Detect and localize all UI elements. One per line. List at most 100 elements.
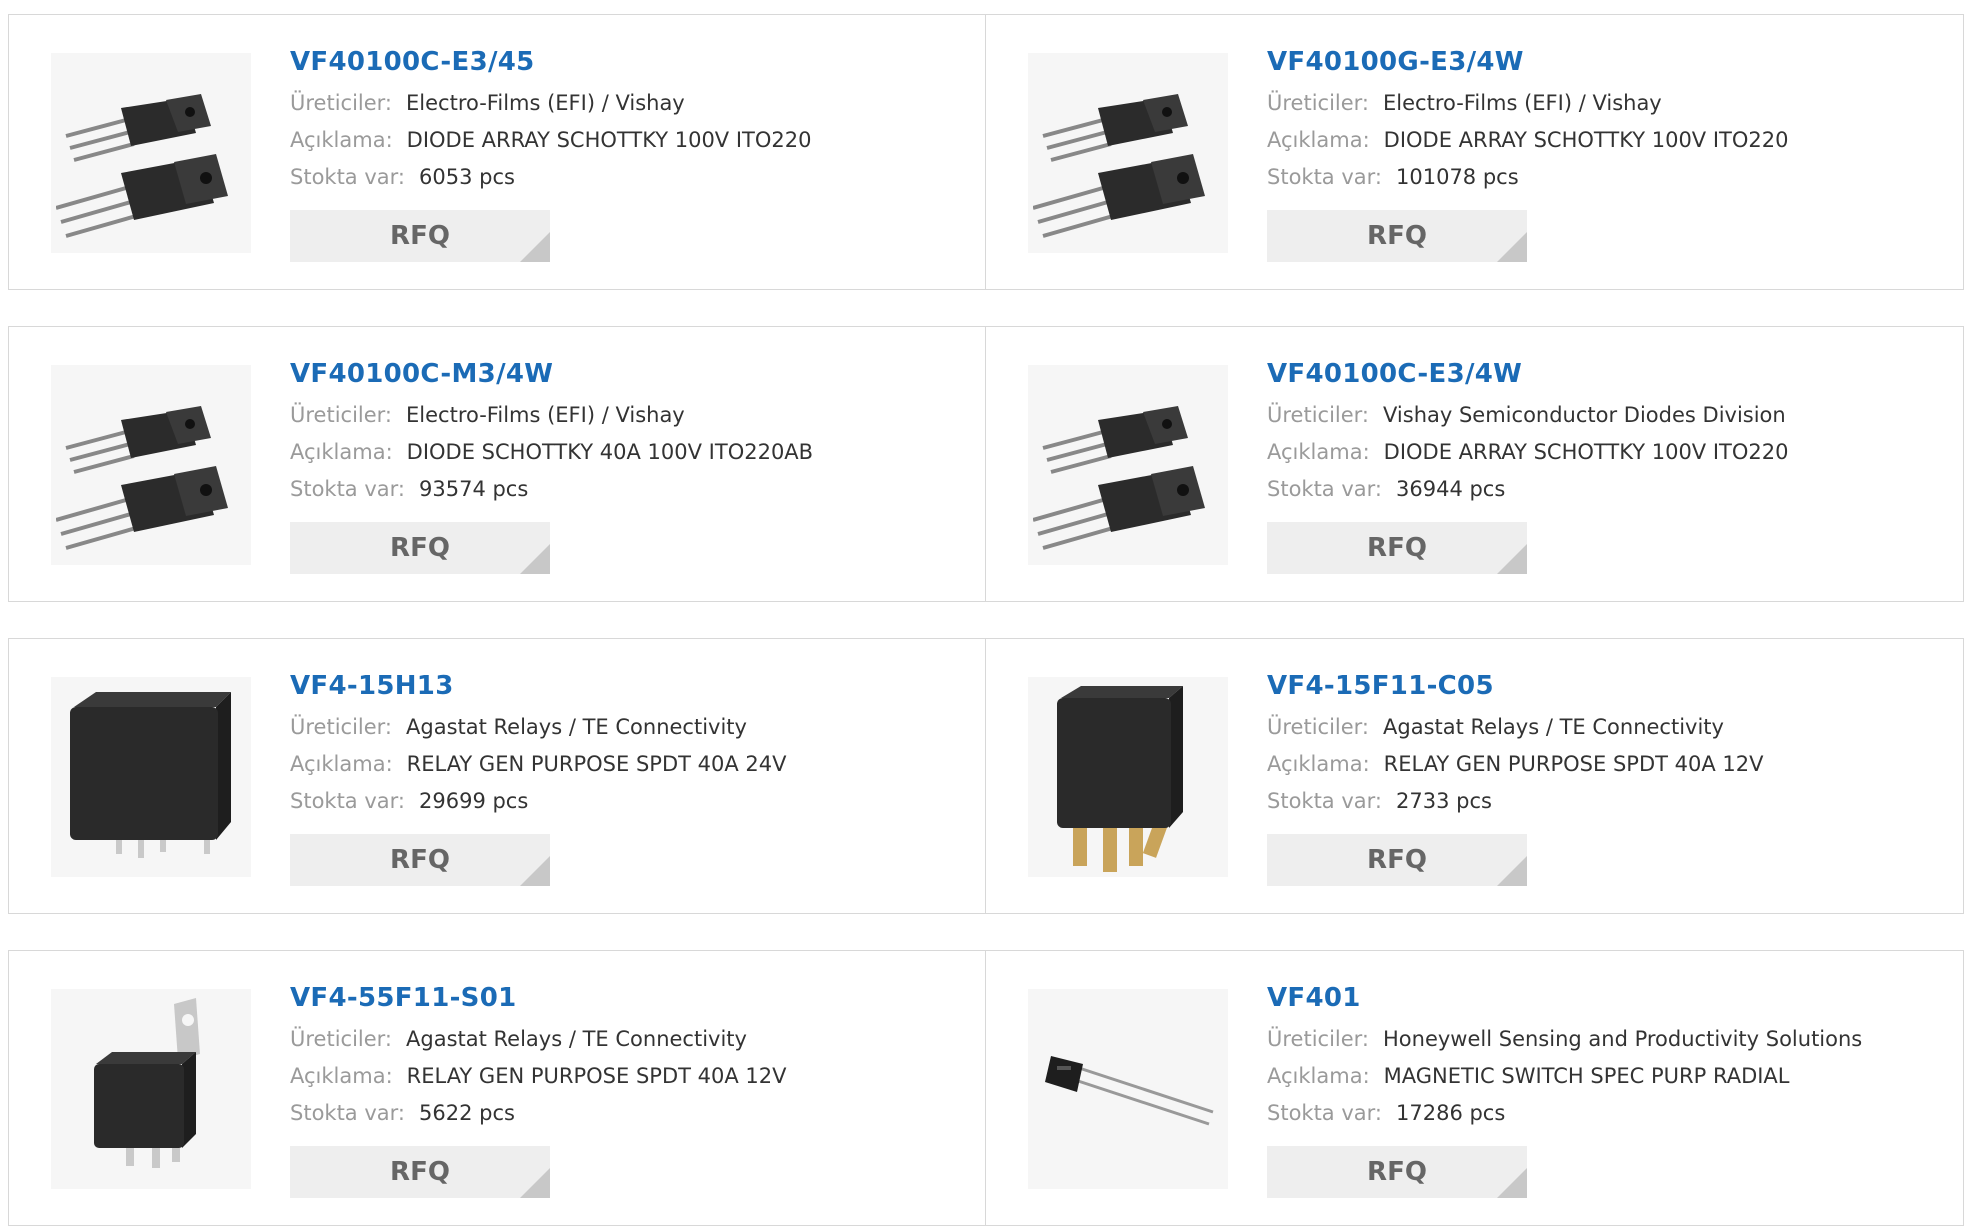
product-card: VF40100C-E3/4W Üreticiler: Vishay Semicon… <box>986 327 1963 601</box>
product-row: VF4-15H13 Üreticiler: Agastat Relays / TE… <box>8 638 1964 914</box>
stock-line: Stokta var: 17286 pcs <box>1267 1095 1862 1132</box>
to220-diode-icon <box>1033 406 1205 550</box>
part-number-link[interactable]: VF4-55F11-S01 <box>290 981 786 1015</box>
part-number-link[interactable]: VF40100C-E3/4W <box>1267 357 1788 391</box>
description-value: RELAY GEN PURPOSE SPDT 40A 12V <box>406 1064 787 1088</box>
manufacturer-value: Agastat Relays / TE Connectivity <box>406 1027 747 1051</box>
description-label: Açıklama: <box>290 128 393 152</box>
stock-line: Stokta var: 36944 pcs <box>1267 471 1788 508</box>
stock-label: Stokta var: <box>290 477 405 501</box>
product-image[interactable] <box>1028 989 1228 1189</box>
part-number-link[interactable]: VF40100C-E3/45 <box>290 45 811 79</box>
description-value: DIODE SCHOTTKY 40A 100V ITO220AB <box>406 440 814 464</box>
stock-line: Stokta var: 6053 pcs <box>290 159 811 196</box>
product-image[interactable] <box>1028 365 1228 565</box>
manufacturer-label: Üreticiler: <box>1267 1027 1370 1051</box>
part-number-link[interactable]: VF4-15H13 <box>290 669 786 703</box>
rfq-label: RFQ <box>390 221 450 251</box>
manufacturer-label: Üreticiler: <box>1267 403 1370 427</box>
product-image[interactable] <box>51 989 251 1189</box>
product-card: VF40100G-E3/4W Üreticiler: Electro-Films … <box>986 15 1963 289</box>
part-number-link[interactable]: VF40100G-E3/4W <box>1267 45 1788 79</box>
rfq-label: RFQ <box>390 845 450 875</box>
product-card: VF401 Üreticiler: Honeywell Sensing and P… <box>986 951 1963 1225</box>
manufacturer-line: Üreticiler: Honeywell Sensing and Product… <box>1267 1021 1862 1058</box>
part-number-link[interactable]: VF4-15F11-C05 <box>1267 669 1763 703</box>
stock-line: Stokta var: 29699 pcs <box>290 783 786 820</box>
rfq-button[interactable]: RFQ <box>1267 210 1527 262</box>
relay-icon <box>70 692 231 858</box>
description-value: DIODE ARRAY SCHOTTKY 100V ITO220 <box>406 128 812 152</box>
rfq-button[interactable]: RFQ <box>290 522 550 574</box>
manufacturer-line: Üreticiler: Agastat Relays / TE Connectiv… <box>290 1021 786 1058</box>
corner-triangle-icon <box>1497 1168 1527 1198</box>
manufacturer-line: Üreticiler: Electro-Films (EFI) / Vishay <box>290 397 813 434</box>
magnetic-switch-icon <box>1045 1056 1214 1126</box>
stock-label: Stokta var: <box>290 165 405 189</box>
rfq-button[interactable]: RFQ <box>290 834 550 886</box>
description-line: Açıklama: RELAY GEN PURPOSE SPDT 40A 24V <box>290 746 786 783</box>
product-card: VF40100C-M3/4W Üreticiler: Electro-Films … <box>9 327 986 601</box>
description-label: Açıklama: <box>1267 752 1370 776</box>
product-image[interactable] <box>51 677 251 877</box>
description-label: Açıklama: <box>290 752 393 776</box>
manufacturer-value: Agastat Relays / TE Connectivity <box>406 715 747 739</box>
rfq-button[interactable]: RFQ <box>1267 834 1527 886</box>
stock-value: 101078 pcs <box>1396 165 1519 189</box>
manufacturer-line: Üreticiler: Electro-Films (EFI) / Vishay <box>290 85 811 122</box>
corner-triangle-icon <box>1497 856 1527 886</box>
stock-value: 93574 pcs <box>419 477 529 501</box>
stock-label: Stokta var: <box>290 1101 405 1125</box>
stock-line: Stokta var: 93574 pcs <box>290 471 813 508</box>
description-label: Açıklama: <box>1267 1064 1370 1088</box>
product-info: VF40100C-E3/4W Üreticiler: Vishay Semicon… <box>1267 357 1788 574</box>
corner-triangle-icon <box>520 544 550 574</box>
manufacturer-line: Üreticiler: Agastat Relays / TE Connectiv… <box>290 709 786 746</box>
to220-diode-icon <box>56 94 228 238</box>
rfq-button[interactable]: RFQ <box>290 1146 550 1198</box>
part-number-link[interactable]: VF401 <box>1267 981 1862 1015</box>
corner-triangle-icon <box>520 856 550 886</box>
rfq-button[interactable]: RFQ <box>1267 1146 1527 1198</box>
description-line: Açıklama: MAGNETIC SWITCH SPEC PURP RADIA… <box>1267 1058 1862 1095</box>
manufacturer-value: Vishay Semiconductor Diodes Division <box>1383 403 1786 427</box>
product-row: VF40100C-M3/4W Üreticiler: Electro-Films … <box>8 326 1964 602</box>
product-image[interactable] <box>1028 53 1228 253</box>
description-line: Açıklama: DIODE ARRAY SCHOTTKY 100V ITO22… <box>1267 122 1788 159</box>
description-line: Açıklama: DIODE ARRAY SCHOTTKY 100V ITO22… <box>290 122 811 159</box>
manufacturer-label: Üreticiler: <box>290 91 393 115</box>
product-info: VF40100C-E3/45 Üreticiler: Electro-Films … <box>290 45 811 262</box>
manufacturer-line: Üreticiler: Agastat Relays / TE Connectiv… <box>1267 709 1763 746</box>
description-line: Açıklama: RELAY GEN PURPOSE SPDT 40A 12V <box>1267 746 1763 783</box>
rfq-button[interactable]: RFQ <box>290 210 550 262</box>
product-image[interactable] <box>1028 677 1228 877</box>
stock-value: 6053 pcs <box>419 165 515 189</box>
stock-line: Stokta var: 2733 pcs <box>1267 783 1763 820</box>
stock-line: Stokta var: 101078 pcs <box>1267 159 1788 196</box>
description-value: MAGNETIC SWITCH SPEC PURP RADIAL <box>1383 1064 1790 1088</box>
stock-label: Stokta var: <box>1267 477 1382 501</box>
manufacturer-label: Üreticiler: <box>290 1027 393 1051</box>
corner-triangle-icon <box>520 1168 550 1198</box>
part-number-link[interactable]: VF40100C-M3/4W <box>290 357 813 391</box>
manufacturer-value: Electro-Films (EFI) / Vishay <box>1383 91 1662 115</box>
description-value: RELAY GEN PURPOSE SPDT 40A 12V <box>1383 752 1764 776</box>
description-line: Açıklama: RELAY GEN PURPOSE SPDT 40A 12V <box>290 1058 786 1095</box>
rfq-button[interactable]: RFQ <box>1267 522 1527 574</box>
product-card: VF4-15H13 Üreticiler: Agastat Relays / TE… <box>9 639 986 913</box>
manufacturer-value: Electro-Films (EFI) / Vishay <box>406 91 685 115</box>
product-image[interactable] <box>51 365 251 565</box>
product-image[interactable] <box>51 53 251 253</box>
to220-diode-icon <box>56 406 228 550</box>
stock-label: Stokta var: <box>290 789 405 813</box>
description-value: DIODE ARRAY SCHOTTKY 100V ITO220 <box>1383 128 1789 152</box>
stock-value: 5622 pcs <box>419 1101 515 1125</box>
product-card: VF40100C-E3/45 Üreticiler: Electro-Films … <box>9 15 986 289</box>
description-label: Açıklama: <box>1267 128 1370 152</box>
product-info: VF401 Üreticiler: Honeywell Sensing and P… <box>1267 981 1862 1198</box>
product-card: VF4-15F11-C05 Üreticiler: Agastat Relays … <box>986 639 1963 913</box>
description-value: RELAY GEN PURPOSE SPDT 40A 24V <box>406 752 787 776</box>
manufacturer-label: Üreticiler: <box>290 715 393 739</box>
manufacturer-value: Agastat Relays / TE Connectivity <box>1383 715 1724 739</box>
description-label: Açıklama: <box>290 1064 393 1088</box>
